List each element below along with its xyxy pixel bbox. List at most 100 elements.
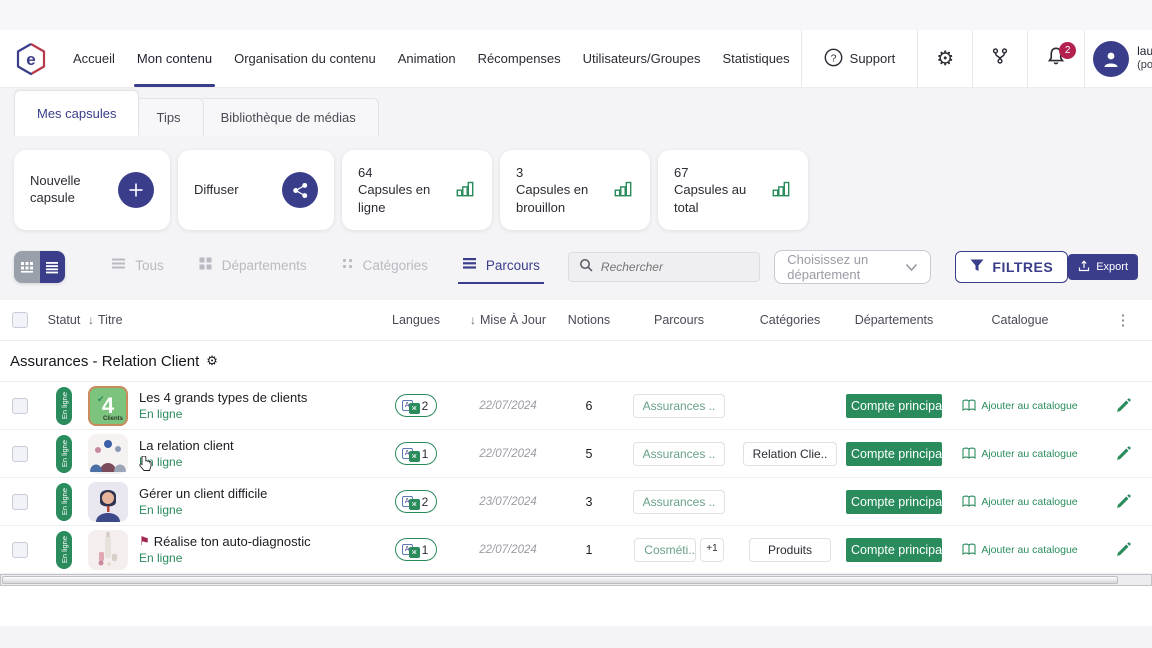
nav-item-recompenses[interactable]: Récompenses [467, 30, 572, 87]
header-catalogue[interactable]: Catalogue [992, 313, 1049, 327]
export-button[interactable]: Export [1068, 254, 1138, 280]
capsule-status-text: En ligne [139, 454, 234, 470]
updated-date: 23/07/2024 [479, 496, 537, 508]
table-header-row: Statut ↓Titre Langues ↓Mise À Jour Notio… [0, 300, 1152, 340]
filter-tab-departements[interactable]: Départements [198, 256, 307, 278]
edit-button[interactable] [1115, 494, 1131, 510]
row-checkbox[interactable] [12, 542, 28, 558]
row-checkbox[interactable] [12, 494, 28, 510]
select-all-checkbox[interactable] [12, 312, 28, 328]
departement-chip[interactable]: Compte principal [846, 394, 942, 418]
status-badge: En ligne [56, 435, 72, 473]
languages-badge[interactable]: Aж1 [395, 442, 438, 465]
list-view-button[interactable] [40, 251, 66, 283]
search-input[interactable] [601, 260, 749, 274]
header-notions[interactable]: Notions [568, 313, 610, 327]
languages-badge[interactable]: Aж2 [395, 490, 438, 513]
capsule-thumbnail[interactable] [88, 434, 128, 474]
parcours-chip[interactable]: Assurances .. [633, 490, 726, 514]
nav-item-mon-contenu[interactable]: Mon contenu [126, 30, 223, 87]
edit-button[interactable] [1115, 398, 1131, 414]
nav-item-statistiques[interactable]: Statistiques [711, 30, 800, 87]
share-icon [282, 172, 318, 208]
parcours-chip[interactable]: Assurances .. [633, 394, 726, 418]
user-subtitle: (pour Beedeez internal beta in! [1137, 59, 1152, 73]
gear-icon: ⚙ [936, 49, 954, 69]
beedeez-logo[interactable]: e [14, 42, 48, 76]
departement-chip[interactable]: Compte principal [846, 490, 942, 514]
filter-tab-tous[interactable]: Tous [111, 256, 164, 278]
capsule-title[interactable]: Les 4 grands types de clients [139, 389, 307, 407]
tab-bibliotheque-de-medias[interactable]: Bibliothèque de médias [198, 98, 379, 136]
capsule-thumbnail[interactable]: ✔4Clients [88, 386, 128, 426]
edit-button[interactable] [1115, 542, 1131, 558]
notifications-button[interactable]: 2 [1028, 30, 1084, 87]
group-settings-icon[interactable]: ⚙ [206, 353, 218, 369]
row-checkbox[interactable] [12, 446, 28, 462]
header-mise-a-jour[interactable]: Mise À Jour [480, 313, 546, 327]
scrollbar-thumb[interactable] [2, 576, 1118, 584]
integrations-button[interactable] [973, 30, 1027, 87]
nav-item-organisation-du-contenu[interactable]: Organisation du contenu [223, 30, 387, 87]
tab-mes-capsules[interactable]: Mes capsules [14, 90, 139, 136]
header-departements[interactable]: Départements [855, 313, 934, 327]
parcours-more-chip[interactable]: +1 [700, 538, 723, 562]
languages-badge[interactable]: Aж1 [395, 538, 438, 561]
nav-item-utilisateurs-groupes[interactable]: Utilisateurs/Groupes [572, 30, 712, 87]
department-select-value: Choisissez un département [787, 252, 905, 282]
department-select[interactable]: Choisissez un département [774, 250, 931, 284]
stat-label: Capsules en brouillon [516, 182, 588, 215]
filters-button[interactable]: FILTRES [955, 251, 1068, 283]
add-to-catalogue-button[interactable]: Ajouter au catalogue [962, 447, 1077, 460]
kebab-menu-icon[interactable]: ⋮ [1116, 311, 1131, 329]
parcours-chip[interactable]: Cosméti... [634, 538, 696, 562]
add-to-catalogue-button[interactable]: Ajouter au catalogue [962, 495, 1077, 508]
departement-chip[interactable]: Compte principal [846, 442, 942, 466]
capsule-title[interactable]: La relation client [139, 437, 234, 455]
notification-badge: 2 [1059, 42, 1076, 59]
help-icon: ? [824, 48, 843, 70]
nav-item-accueil[interactable]: Accueil [62, 30, 126, 87]
user-menu[interactable]: lauren.peres@beedeez.com (pour Beedeez i… [1085, 30, 1152, 87]
parcours-chip[interactable]: Assurances .. [633, 442, 726, 466]
diffuse-card[interactable]: Diffuser [178, 150, 334, 230]
departement-chip[interactable]: Compte principal [846, 538, 942, 562]
stat-card-draft[interactable]: 3Capsules en brouillon [500, 150, 650, 230]
capsule-thumbnail[interactable] [88, 482, 128, 522]
row-checkbox[interactable] [12, 398, 28, 414]
nav-item-animation[interactable]: Animation [387, 30, 467, 87]
header-categories[interactable]: Catégories [760, 313, 820, 327]
stat-card-online[interactable]: 64Capsules en ligne [342, 150, 492, 230]
avatar [1093, 41, 1129, 77]
funnel-icon [970, 259, 984, 275]
new-capsule-card[interactable]: Nouvelle capsule [14, 150, 170, 230]
main-nav: Accueil Mon contenu Organisation du cont… [62, 30, 801, 87]
grid-view-button[interactable] [14, 251, 40, 283]
stat-card-total[interactable]: 67Capsules au total [658, 150, 808, 230]
list-icon [462, 256, 477, 274]
sort-desc-icon: ↓ [470, 313, 476, 327]
categorie-chip[interactable]: Relation Clie.. [743, 442, 838, 466]
add-to-catalogue-button[interactable]: Ajouter au catalogue [962, 399, 1077, 412]
header-titre[interactable]: Titre [98, 313, 123, 327]
settings-button[interactable]: ⚙ [918, 30, 972, 87]
filter-tab-categories[interactable]: Catégories [341, 257, 428, 277]
capsule-thumbnail[interactable] [88, 530, 128, 570]
languages-badge[interactable]: Aж2 [395, 394, 438, 417]
add-to-catalogue-button[interactable]: Ajouter au catalogue [962, 543, 1077, 556]
horizontal-scrollbar[interactable] [0, 574, 1152, 586]
header-langues[interactable]: Langues [392, 313, 440, 327]
plus-icon [118, 172, 154, 208]
header-parcours[interactable]: Parcours [654, 313, 704, 327]
edit-button[interactable] [1115, 446, 1131, 462]
status-badge: En ligne [56, 531, 72, 569]
filter-tab-parcours[interactable]: Parcours [462, 256, 540, 278]
header-statut[interactable]: Statut [48, 313, 81, 327]
capsule-title[interactable]: ⚑Réalise ton auto-diagnostic [139, 533, 311, 551]
categorie-chip[interactable]: Produits [749, 538, 831, 562]
capsule-title[interactable]: Gérer un client difficile [139, 485, 267, 503]
support-button[interactable]: ? Support [802, 30, 918, 87]
svg-text:?: ? [830, 52, 836, 64]
grid-icon [198, 256, 213, 274]
tab-tips[interactable]: Tips [133, 98, 203, 136]
